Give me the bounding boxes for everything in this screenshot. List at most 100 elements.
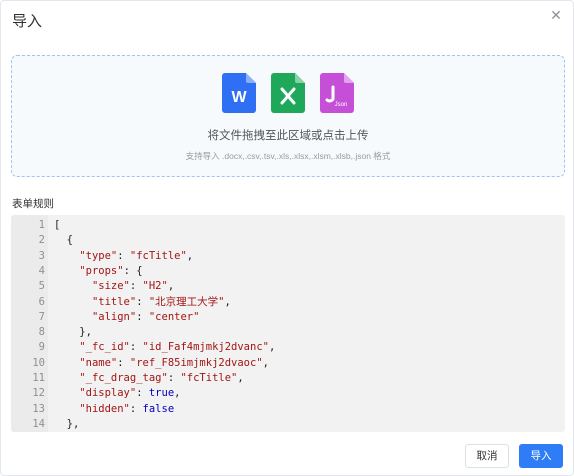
code-line: 4 "props": {: [11, 264, 565, 279]
code-line: 11 "_fc_drag_tag": "fcTitle",: [11, 371, 565, 386]
code-token: "align": [91, 310, 137, 323]
code-token: "北京理工大学": [148, 295, 225, 308]
code-token: "fcTitle": [180, 372, 238, 384]
code-token: [: [54, 219, 61, 231]
code-token: :: [129, 280, 143, 293]
word-file-icon: W: [222, 73, 256, 113]
form-rules-label: 表单规则: [12, 198, 54, 210]
dialog-title: 导入: [12, 13, 43, 30]
code-token: :: [167, 372, 181, 384]
code-token: "title": [91, 295, 137, 308]
code-token: :: [117, 356, 130, 369]
code-text: "name": "ref_F85imjmkj2dvaoc",: [54, 356, 269, 371]
code-token: "display": [79, 387, 137, 400]
code-token: "size": [91, 280, 130, 293]
code-token: ,: [262, 356, 269, 369]
dialog-footer: 取消 导入: [465, 444, 563, 468]
code-token: ,: [186, 249, 194, 262]
svg-text:W: W: [231, 89, 247, 106]
code-text: },: [54, 417, 80, 432]
code-token: :: [136, 310, 149, 323]
code-token: "props": [79, 264, 124, 277]
line-number: 11: [32, 372, 45, 384]
code-line: 8 },: [11, 325, 565, 340]
code-text: "align": "center": [54, 310, 200, 325]
file-type-icons: W Json: [12, 73, 564, 113]
code-token: ,: [174, 387, 181, 400]
code-token: ,: [167, 280, 175, 293]
code-token: false: [142, 402, 175, 415]
code-token: },: [54, 326, 92, 339]
code-token: "id_Faf4mjmkj2dvanc": [142, 341, 269, 354]
code-line: 5 "size": "H2",: [11, 279, 565, 294]
code-token: : {: [123, 264, 143, 277]
close-icon[interactable]: ✕: [549, 8, 563, 22]
code-text: "props": {: [54, 264, 143, 279]
code-token: "ref_F85imjmkj2dvaoc": [129, 356, 263, 369]
code-token: :: [136, 295, 149, 308]
code-token: ,: [237, 372, 244, 384]
code-text: "size": "H2",: [54, 279, 174, 294]
code-token: "name": [79, 356, 118, 369]
code-token: "H2": [142, 280, 168, 293]
code-line: 1[: [11, 218, 565, 233]
code-line: 6 "title": "北京理工大学",: [11, 295, 565, 310]
svg-text:Json: Json: [335, 102, 348, 108]
code-token: :: [129, 402, 143, 415]
code-token: :: [117, 249, 130, 262]
code-editor[interactable]: 1[2 {3 "type": "fcTitle", 4 "props": {5 "…: [11, 215, 565, 432]
code-text: "_fc_id": "id_Faf4mjmkj2dvanc",: [54, 340, 275, 355]
line-number: 4: [38, 264, 45, 277]
line-number: 13: [32, 402, 45, 415]
line-number: 5: [38, 280, 45, 293]
line-number: 2: [38, 234, 45, 247]
code-token: "_fc_drag_tag": [79, 372, 168, 384]
upload-dropzone[interactable]: W Json 将文件拖拽至此区域或点击上传 支持导入 .docx,.csv,.t…: [11, 55, 565, 177]
line-number: 10: [32, 356, 45, 369]
code-line: 10 "name": "ref_F85imjmkj2dvaoc",: [11, 356, 565, 371]
code-text: [: [54, 218, 60, 233]
code-token: ,: [268, 341, 276, 354]
code-line: 12 "display": true,: [11, 386, 565, 401]
code-text: "title": "北京理工大学",: [54, 295, 231, 310]
cancel-button[interactable]: 取消: [465, 444, 509, 468]
code-token: true: [148, 387, 175, 400]
code-line: 9 "_fc_id": "id_Faf4mjmkj2dvanc",: [11, 340, 565, 355]
code-token: "hidden": [79, 402, 130, 415]
code-token: "fcTitle": [129, 249, 187, 262]
json-file-icon: Json: [320, 73, 354, 113]
import-button[interactable]: 导入: [519, 444, 563, 468]
line-number: 12: [32, 387, 45, 400]
code-token: :: [129, 341, 143, 354]
code-token: ,: [224, 295, 231, 308]
code-text: "display": true,: [54, 386, 180, 401]
code-token: {: [54, 234, 73, 247]
code-text: {: [54, 233, 73, 248]
code-text: "hidden": false: [54, 402, 174, 417]
code-token: :: [136, 387, 149, 400]
code-line: 7 "align": "center": [11, 310, 565, 325]
code-line: 14 },: [11, 417, 565, 432]
code-line: 13 "hidden": false: [11, 402, 565, 417]
excel-file-icon: [271, 73, 305, 113]
line-number: 8: [38, 326, 45, 339]
code-text: "type": "fcTitle",: [54, 249, 193, 264]
line-number: 7: [38, 310, 45, 323]
import-dialog: 导入 ✕ W Json 将文件拖拽至此区域或点击上传 支持导入 .docx,.c…: [0, 0, 574, 476]
line-number: 6: [38, 295, 45, 308]
line-number: 9: [38, 341, 45, 354]
upload-instruction: 将文件拖拽至此区域或点击上传: [207, 130, 369, 142]
code-line: 2 {: [11, 233, 565, 248]
line-number: 14: [32, 417, 45, 430]
code-token: "center": [148, 310, 200, 323]
line-number: 3: [38, 249, 45, 262]
